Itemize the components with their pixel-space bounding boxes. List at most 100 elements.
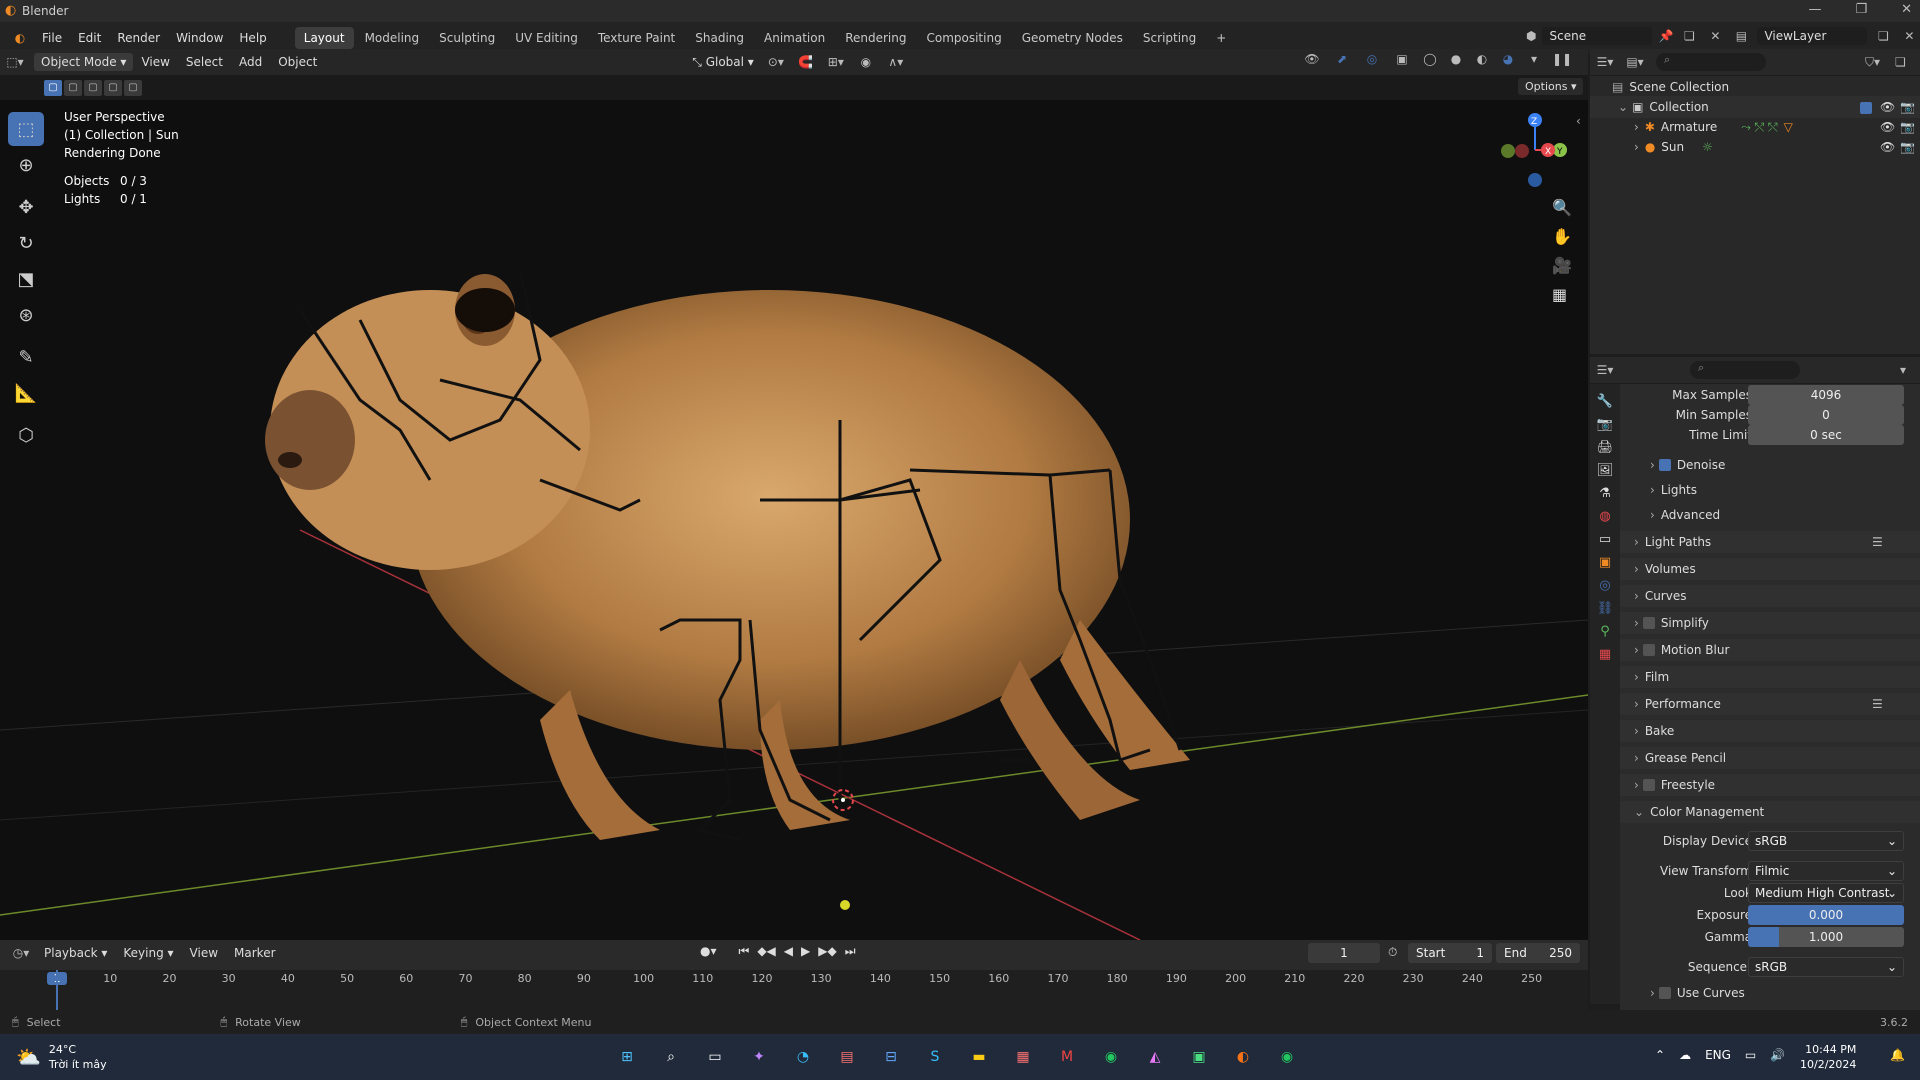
- app2-icon[interactable]: ▦: [1008, 1042, 1038, 1072]
- view-transform-dropdown[interactable]: Filmic ⌄: [1748, 861, 1904, 881]
- modifier-icon[interactable]: ▽: [1784, 120, 1793, 134]
- capybara-mesh[interactable]: [265, 274, 1190, 840]
- panel-volumes[interactable]: › Volumes: [1620, 558, 1920, 580]
- affinity-icon[interactable]: ◭: [1140, 1042, 1170, 1072]
- tab-rendering[interactable]: Rendering: [836, 27, 915, 49]
- panel-performance[interactable]: › Performance ☰: [1620, 693, 1920, 715]
- menu-file[interactable]: File: [34, 31, 70, 45]
- outliner-row-scene-collection[interactable]: ▤ Scene Collection: [1590, 76, 1920, 98]
- pose-icon[interactable]: ⤳ ⤲ ⤲: [1741, 120, 1777, 135]
- timeline-menu-marker[interactable]: Marker: [226, 946, 283, 960]
- add-cube-tool-icon[interactable]: ⬡: [8, 418, 44, 452]
- panel-simplify[interactable]: › Simplify: [1620, 612, 1920, 634]
- language-indicator[interactable]: ENG: [1705, 1048, 1731, 1062]
- render-camera-icon[interactable]: 📷: [1900, 120, 1915, 134]
- cursor-tool-icon[interactable]: ⊕: [8, 148, 44, 182]
- panel-curves[interactable]: › Curves: [1620, 585, 1920, 607]
- mode-selector[interactable]: Object Mode ▾: [34, 53, 134, 71]
- freestyle-checkbox[interactable]: [1642, 779, 1655, 791]
- gizmo-toggle-icon[interactable]: ⬈: [1330, 52, 1354, 66]
- tab-geometry-nodes[interactable]: Geometry Nodes: [1013, 27, 1132, 49]
- scene-tab-icon[interactable]: ⚗: [1599, 486, 1611, 501]
- tab-scripting[interactable]: Scripting: [1134, 27, 1205, 49]
- falloff-icon[interactable]: ∧▾: [881, 55, 911, 69]
- menu-window[interactable]: Window: [168, 31, 231, 45]
- exclude-checkbox-icon[interactable]: [1860, 100, 1878, 114]
- panel-grease-pencil[interactable]: › Grease Pencil: [1620, 747, 1920, 769]
- display-mode-icon[interactable]: ▤▾: [1620, 55, 1650, 69]
- output-tab-icon[interactable]: 🖨: [1597, 440, 1614, 455]
- panel-color-management[interactable]: ⌄ Color Management: [1620, 801, 1920, 823]
- min-samples-field[interactable]: 0: [1748, 405, 1904, 425]
- chrome-icon[interactable]: ◉: [1096, 1042, 1126, 1072]
- timeline-ruler[interactable]: 1102030405060708090100110120130140150160…: [0, 970, 1588, 1014]
- viewport-menu-object[interactable]: Object: [270, 55, 325, 69]
- chrome2-icon[interactable]: ◉: [1272, 1042, 1302, 1072]
- pivot-icon[interactable]: ⊙▾: [761, 55, 791, 69]
- overlay-toggle-icon[interactable]: ◎: [1360, 52, 1384, 66]
- onedrive-icon[interactable]: ☁: [1679, 1048, 1691, 1062]
- wireframe-shading-icon[interactable]: ◯: [1420, 52, 1440, 66]
- axis-gizmo[interactable]: Z Y X: [1490, 110, 1570, 190]
- volume-icon[interactable]: 🔊: [1770, 1048, 1785, 1062]
- advanced-subpanel[interactable]: › Advanced: [1620, 504, 1920, 526]
- panel-freestyle[interactable]: › Freestyle: [1620, 774, 1920, 796]
- menu-edit[interactable]: Edit: [70, 31, 109, 45]
- annotate-tool-icon[interactable]: ✎: [8, 340, 44, 374]
- collection-tab-icon[interactable]: ▭: [1599, 532, 1611, 547]
- menu-help[interactable]: Help: [231, 31, 274, 45]
- render-tab-icon[interactable]: 📷: [1597, 417, 1613, 432]
- visibility-eye-icon[interactable]: 👁: [1880, 120, 1895, 134]
- select-subtract-icon[interactable]: ▢: [84, 79, 102, 96]
- properties-options-icon[interactable]: ▾: [1900, 363, 1906, 377]
- outliner-editor-type-icon[interactable]: ☰▾: [1590, 55, 1620, 69]
- properties-search-input[interactable]: ⌕: [1690, 361, 1800, 379]
- playhead[interactable]: [56, 970, 58, 1014]
- outliner-search-input[interactable]: ⌕: [1656, 53, 1766, 71]
- viewlayer-icon[interactable]: ▤: [1731, 29, 1751, 43]
- timeline-editor-type-icon[interactable]: ◷▾: [6, 946, 36, 960]
- maximize-icon[interactable]: ❐: [1855, 2, 1867, 17]
- scene-icon[interactable]: ⬢: [1526, 29, 1536, 43]
- options-button[interactable]: Options ▾: [1518, 78, 1584, 95]
- timeline-menu-playback[interactable]: Playback ▾: [36, 946, 115, 960]
- delete-scene-icon[interactable]: ✕: [1705, 29, 1725, 43]
- camera-view-icon[interactable]: 🎥: [1552, 256, 1572, 275]
- timeline-menu-keying[interactable]: Keying ▾: [115, 946, 181, 960]
- add-workspace-button[interactable]: +: [1207, 27, 1235, 49]
- tool-tab-icon[interactable]: 🔧: [1597, 394, 1613, 409]
- explorer-icon[interactable]: ▬: [964, 1042, 994, 1072]
- auto-keying-icon[interactable]: ●▾: [700, 944, 717, 959]
- filter-icon[interactable]: ⛉▾: [1865, 55, 1880, 70]
- close-icon[interactable]: ✕: [1901, 2, 1912, 17]
- panel-motion-blur[interactable]: › Motion Blur: [1620, 639, 1920, 661]
- blender-icon[interactable]: ◐: [1228, 1042, 1258, 1072]
- play-reverse-icon[interactable]: ◀: [784, 944, 793, 959]
- viewport-menu-add[interactable]: Add: [231, 55, 270, 69]
- panel-bake[interactable]: › Bake: [1620, 720, 1920, 742]
- render-camera-icon[interactable]: 📷: [1900, 100, 1915, 114]
- jump-end-icon[interactable]: ⏭: [845, 944, 856, 959]
- jump-start-icon[interactable]: ⏮: [739, 944, 750, 959]
- use-curves-subpanel[interactable]: › Use Curves: [1620, 982, 1920, 1004]
- tab-shading[interactable]: Shading: [686, 27, 753, 49]
- expand-arrow-icon[interactable]: ⌄: [1618, 100, 1628, 114]
- select-intersect-icon[interactable]: ▢: [124, 79, 142, 96]
- simplify-checkbox[interactable]: [1642, 617, 1655, 629]
- visibility-eye-icon[interactable]: 👁: [1880, 100, 1895, 114]
- editor-type-icon[interactable]: ⬚▾: [0, 55, 30, 69]
- end-frame-field[interactable]: End 250: [1496, 943, 1580, 963]
- weather-widget[interactable]: ⛅ 24°C Trời ít mây: [16, 1042, 107, 1072]
- visibility-icon[interactable]: 👁: [1300, 52, 1324, 66]
- object-tab-icon[interactable]: ▣: [1599, 555, 1611, 570]
- store-icon[interactable]: ⊟: [876, 1042, 906, 1072]
- lights-subpanel[interactable]: › Lights: [1620, 479, 1920, 501]
- network-icon[interactable]: ▭: [1745, 1048, 1756, 1062]
- use-curves-checkbox[interactable]: [1658, 987, 1671, 999]
- sun-light-icon[interactable]: [840, 900, 850, 910]
- sun-data-icon[interactable]: ☼: [1702, 140, 1713, 154]
- motion-blur-checkbox[interactable]: [1642, 644, 1655, 656]
- time-limit-field[interactable]: 0 sec: [1748, 425, 1904, 445]
- app3-icon[interactable]: M: [1052, 1042, 1082, 1072]
- current-frame-field[interactable]: 1: [1308, 943, 1380, 963]
